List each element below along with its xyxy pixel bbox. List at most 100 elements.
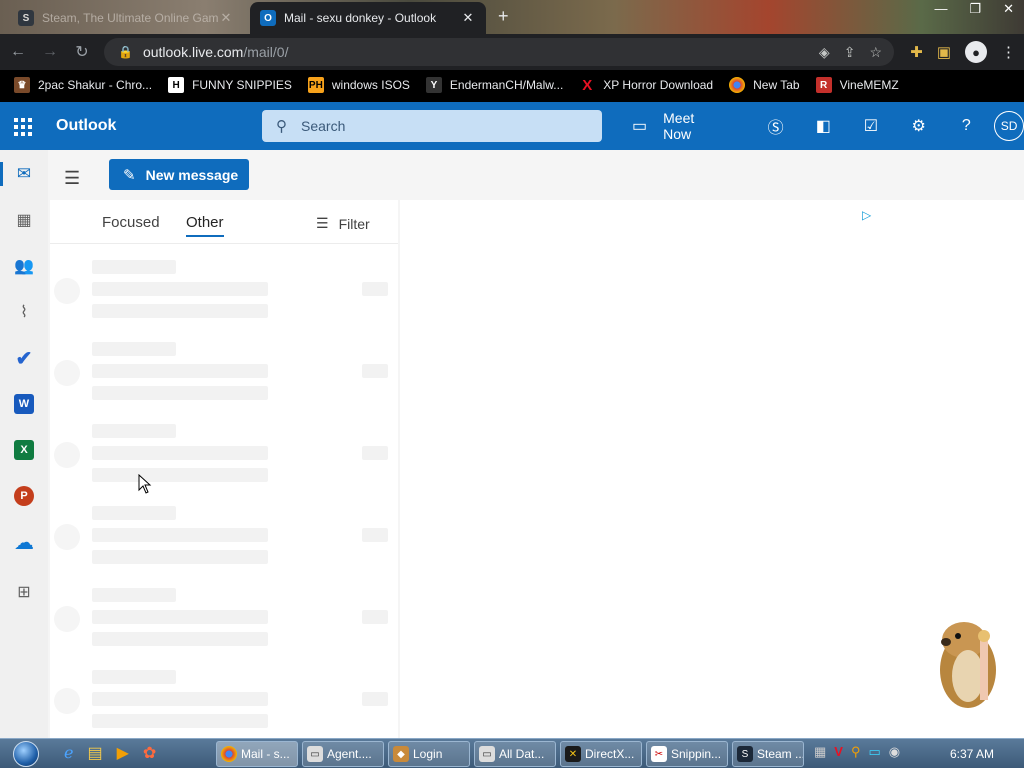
avatar[interactable]: SD (994, 111, 1024, 141)
window-controls: — ❐ ✕ (934, 0, 1014, 18)
github-icon: Y (425, 77, 442, 93)
explorer-icon[interactable]: ▤ (87, 743, 102, 763)
outlook-brand[interactable]: Outlook (56, 117, 116, 135)
word-icon[interactable]: W (0, 386, 48, 422)
search-tool-icon[interactable]: ⚲ (851, 744, 861, 760)
todo-icon[interactable]: ✔ (0, 340, 48, 376)
taskbar-item-steam[interactable]: S Steam ... (732, 741, 804, 767)
filter-button[interactable]: ☰ Filter (316, 215, 370, 232)
media-player-icon[interactable]: ▶ (117, 743, 129, 763)
url-input[interactable]: 🔒 outlook.live.com/mail/0/ ◈ ⇪ ☆ (104, 38, 894, 66)
profile-icon[interactable]: ● (965, 41, 987, 63)
extensions-icon[interactable]: ✚ (910, 43, 923, 61)
skype-icon[interactable]: Ⓢ (752, 114, 800, 138)
new-message-button[interactable]: ✎ New message (109, 159, 249, 190)
bookmark-label: New Tab (753, 78, 800, 92)
outlook-header: Outlook ⚲ Search ▭ Meet Now Ⓢ ◧ ☑ ⚙ ? SD (0, 102, 1024, 150)
taskbar-item-agent[interactable]: ▭ Agent.... (302, 741, 384, 767)
app-launcher-icon[interactable] (14, 118, 32, 136)
taskbar-item-login[interactable]: ◆ Login (388, 741, 470, 767)
onedrive-icon[interactable]: ☁ (0, 524, 48, 560)
tray-app-icon[interactable]: ▦ (814, 744, 826, 760)
minimize-icon[interactable]: — (934, 0, 947, 18)
video-camera-icon[interactable]: ▭ (632, 116, 647, 136)
address-bar-row: ← → ↻ 🔒 outlook.live.com/mail/0/ ◈ ⇪ ☆ ✚… (0, 34, 1024, 70)
taskbar-item-label: Mail - s... (241, 747, 290, 761)
search-icon: ⚲ (276, 118, 287, 135)
taskbar: ℯ ▤ ▶ ✿ Mail - s... ▭ Agent.... ◆ Login … (0, 738, 1024, 768)
menu-icon[interactable]: ⋮ (1001, 43, 1016, 61)
steam-icon: S (18, 10, 34, 26)
eye-icon[interactable]: ◈ (819, 44, 830, 61)
more-apps-icon[interactable]: ⊞ (0, 574, 48, 610)
lock-icon[interactable]: 🔒 (118, 45, 133, 59)
quick-launch: ℯ ▤ ▶ ✿ (64, 743, 156, 763)
browser-tab-outlook[interactable]: O Mail - sexu donkey - Outlook ✕ (250, 2, 486, 34)
loading-placeholder-row (50, 332, 398, 414)
v-icon[interactable]: V (834, 744, 843, 760)
forward-icon[interactable]: → (36, 43, 64, 61)
bookmark-label: FUNNY SNIPPIES (192, 78, 292, 92)
bookmark-label: windows ISOS (331, 78, 410, 92)
browser-tab-steam[interactable]: S Steam, The Ultimate Online Game ✕ (8, 2, 244, 34)
bookmark-item[interactable]: R VineMEMZ (815, 77, 899, 93)
clock[interactable]: 6:37 AM (950, 747, 994, 761)
reload-icon[interactable]: ↻ (68, 42, 96, 62)
tupac-icon: ♛ (14, 77, 30, 93)
share-icon[interactable]: ⇪ (844, 44, 856, 61)
close-tab-icon[interactable]: ✕ (460, 10, 476, 26)
my-day-icon[interactable]: ☑ (847, 116, 895, 136)
taskbar-item-all-data[interactable]: ▭ All Dat... (474, 741, 556, 767)
star-icon[interactable]: ☆ (869, 44, 882, 61)
loading-placeholder-row (50, 578, 398, 660)
chrome-icon (729, 77, 746, 93)
mail-icon[interactable]: ✉ (0, 156, 48, 192)
windows-icon (13, 741, 39, 767)
paint-icon[interactable]: ✿ (143, 743, 156, 763)
excel-icon[interactable]: X (0, 432, 48, 468)
side-panel-icon[interactable]: ▣ (937, 43, 951, 61)
internet-explorer-icon[interactable]: ℯ (64, 743, 73, 763)
taskbar-item-directx[interactable]: ✕ DirectX... (560, 741, 642, 767)
taskbar-item-label: All Dat... (499, 747, 545, 761)
outlook-main: ✉ ▦ 👥 ⌇ ✔ W X P ☁ ⊞ ☰ ✎ New message Focu… (0, 150, 1024, 738)
taskbar-item-snipping[interactable]: ✂ Snippin... (646, 741, 728, 767)
meet-now-button[interactable]: Meet Now (663, 110, 726, 142)
taskbar-item-label: Agent.... (327, 747, 372, 761)
bookmark-item[interactable]: Y EndermanCH/Malw... (425, 77, 564, 93)
login-icon: ◆ (393, 746, 409, 762)
tab-focused[interactable]: Focused (102, 214, 160, 231)
calendar-icon[interactable]: ▦ (0, 202, 48, 238)
hamburger-icon[interactable]: ☰ (64, 168, 80, 189)
window-icon: ▭ (307, 746, 323, 762)
mouse-cursor (138, 474, 152, 494)
taskbar-item-chrome[interactable]: Mail - s... (216, 741, 298, 767)
back-icon[interactable]: ← (4, 43, 32, 61)
bookmark-item[interactable]: PH windows ISOS (307, 77, 410, 93)
search-input[interactable]: ⚲ Search (262, 110, 602, 142)
tab-other[interactable]: Other (186, 214, 224, 237)
settings-icon[interactable]: ⚙ (895, 116, 943, 136)
bookmark-item[interactable]: H FUNNY SNIPPIES (168, 77, 292, 93)
display-icon[interactable]: ▭ (869, 744, 881, 760)
new-tab-button[interactable]: + (498, 6, 509, 27)
bookmark-label: EndermanCH/Malw... (449, 78, 564, 92)
bookmark-item[interactable]: X XP Horror Download (579, 77, 713, 94)
close-window-icon[interactable]: ✕ (1003, 0, 1014, 18)
people-icon[interactable]: 👥 (0, 248, 48, 284)
powerpoint-icon[interactable]: P (0, 478, 48, 514)
restore-icon[interactable]: ❐ (969, 0, 981, 18)
inbox-tabs: Focused Other ☰ Filter (50, 200, 398, 244)
h-icon: H (168, 77, 185, 93)
network-icon[interactable]: ◉ (889, 744, 900, 760)
taskbar-item-label: Login (413, 747, 443, 761)
start-button[interactable] (6, 740, 46, 768)
close-tab-icon[interactable]: ✕ (218, 10, 234, 26)
help-icon[interactable]: ? (943, 117, 991, 135)
attachment-icon[interactable]: ⌇ (0, 294, 48, 330)
ad-choices-icon[interactable]: ▷ (862, 208, 871, 222)
bookmark-item[interactable]: New Tab (729, 77, 800, 93)
steam-icon: S (737, 746, 753, 762)
office-icon[interactable]: ◧ (799, 116, 847, 136)
bookmark-item[interactable]: ♛ 2pac Shakur - Chro... (14, 77, 152, 93)
